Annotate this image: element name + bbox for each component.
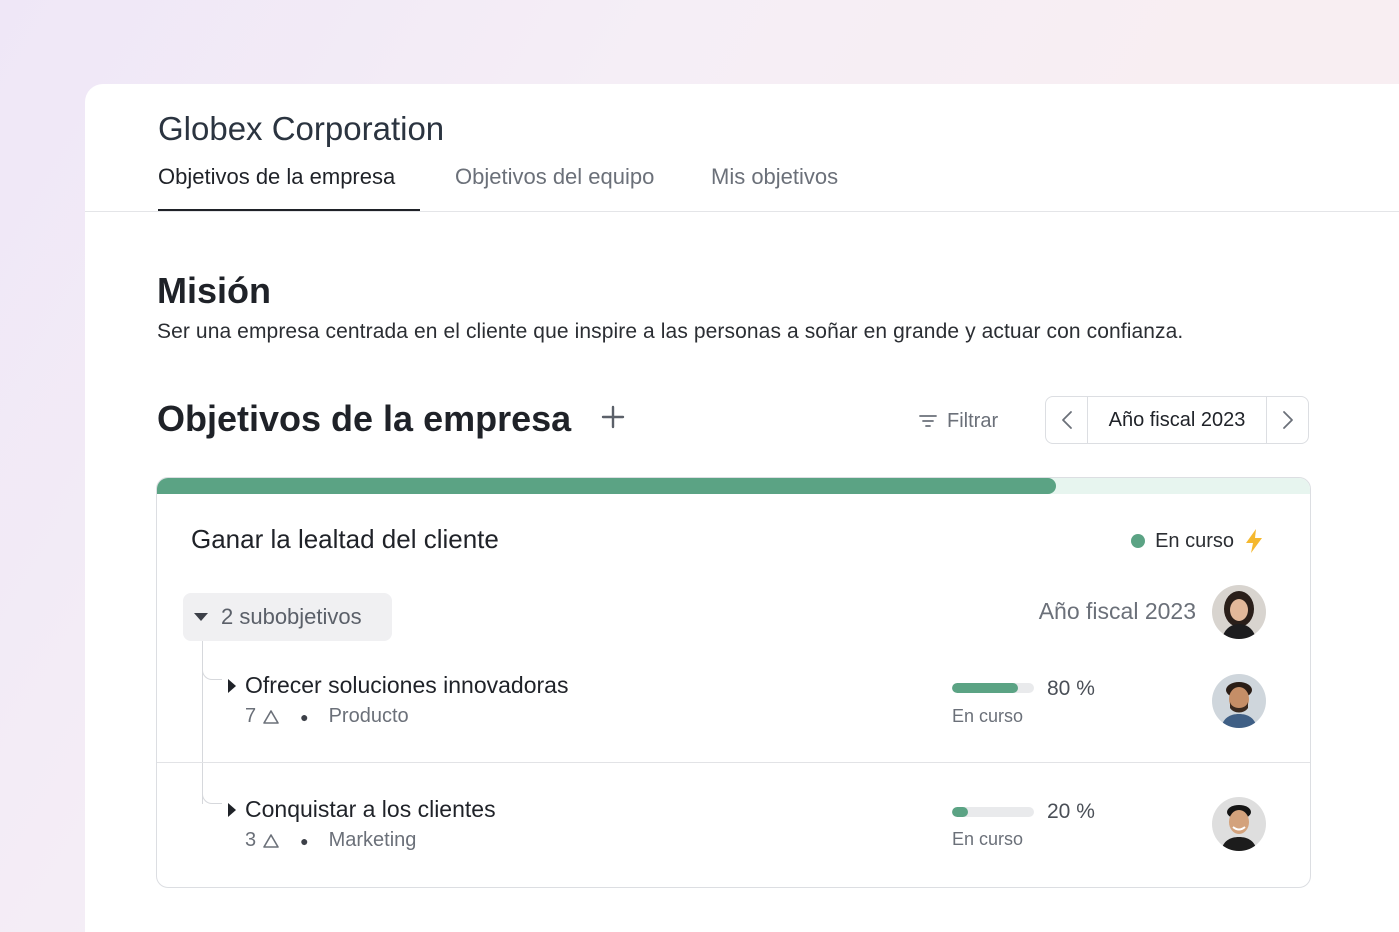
subgoal-owner-avatar-2[interactable] (1212, 797, 1266, 851)
goal-status: En curso (1131, 528, 1264, 554)
goal-owner-avatar[interactable] (1212, 585, 1266, 639)
goal-period: Año fiscal 2023 (1038, 598, 1196, 624)
subgoal-title-text: Conquistar a los clientes (245, 796, 496, 822)
tab-team-goals[interactable]: Objetivos del equipo (455, 164, 654, 190)
status-dot-icon (1131, 534, 1146, 548)
filter-label: Filtrar (947, 409, 999, 432)
tab-company-goals[interactable]: Objetivos de la empresa (158, 164, 395, 190)
mission-title: Misión (157, 270, 271, 311)
subgoals-label: 2 subobjetivos (221, 604, 362, 629)
next-period-button[interactable] (1266, 397, 1308, 443)
tab-my-goals[interactable]: Mis objetivos (711, 164, 838, 190)
subgoal-title-text: Ofrecer soluciones innovadoras (245, 672, 569, 698)
tab-bar: Objetivos de la empresa Objetivos del eq… (85, 162, 1399, 212)
plus-icon (601, 405, 625, 429)
filter-button[interactable]: Filtrar (919, 408, 998, 434)
subgoal-team: Producto (328, 705, 409, 727)
goal-progress-fill (157, 478, 1057, 494)
avatar-woman (1212, 585, 1266, 639)
subgoal-percent-1: 80 % (1047, 677, 1095, 700)
goal-tree-icon (263, 709, 279, 724)
subgoal-owner-avatar-1[interactable] (1212, 674, 1266, 728)
goal-progress-track (157, 478, 1310, 494)
main-panel: Globex Corporation Objetivos de la empre… (85, 84, 1399, 932)
chevron-left-icon (1061, 411, 1072, 429)
goal-card[interactable]: Ganar la lealtad del cliente En curso 2 … (156, 477, 1311, 888)
subgoal-status-2: En curso (952, 829, 1024, 849)
company-name: Globex Corporation (158, 110, 445, 147)
separator-dot: ● (300, 708, 309, 725)
subgoals-toggle[interactable]: 2 subobjetivos (183, 593, 392, 641)
caret-right-icon (228, 678, 236, 693)
avatar-man-smiling (1212, 797, 1266, 851)
subgoal-progress-fill (952, 807, 969, 817)
goal-tree-icon (263, 833, 279, 848)
subgoal-count: 7 (245, 705, 257, 727)
goal-status-text: En curso (1155, 529, 1234, 552)
add-goal-button[interactable] (596, 400, 630, 434)
subgoal-meta-1: 7 ● Producto (245, 705, 409, 728)
tree-connector-elbow (202, 790, 222, 804)
subgoal-progress-track-2 (952, 807, 1034, 817)
period-selector: Año fiscal 2023 (1045, 396, 1309, 444)
mission-text: Ser una empresa centrada en el cliente q… (157, 320, 1184, 343)
goal-title[interactable]: Ganar la lealtad del cliente (191, 524, 499, 555)
filter-icon (919, 415, 937, 427)
subgoal-title-2[interactable]: Conquistar a los clientes (227, 796, 496, 823)
previous-period-button[interactable] (1046, 397, 1088, 443)
subgoal-divider (157, 762, 1310, 763)
lightning-icon (1246, 529, 1262, 553)
avatar-man-beard (1212, 674, 1266, 728)
caret-right-icon (228, 802, 236, 817)
subgoal-progress-fill (952, 683, 1018, 693)
tree-connector-elbow (202, 666, 222, 680)
period-label: Año fiscal 2023 (1108, 408, 1246, 431)
subgoal-status-1: En curso (952, 706, 1024, 726)
subgoal-meta-2: 3 ● Marketing (245, 829, 416, 852)
active-tab-indicator (158, 209, 420, 211)
subgoal-progress-track-1 (952, 683, 1034, 693)
goals-section-title: Objetivos de la empresa (157, 398, 572, 439)
caret-down-icon (194, 613, 208, 621)
chevron-right-icon (1282, 411, 1293, 429)
separator-dot: ● (300, 832, 309, 849)
subgoal-title-1[interactable]: Ofrecer soluciones innovadoras (227, 672, 568, 699)
subgoal-team: Marketing (328, 829, 417, 851)
subgoal-count: 3 (245, 829, 257, 851)
subgoal-percent-2: 20 % (1047, 800, 1095, 823)
